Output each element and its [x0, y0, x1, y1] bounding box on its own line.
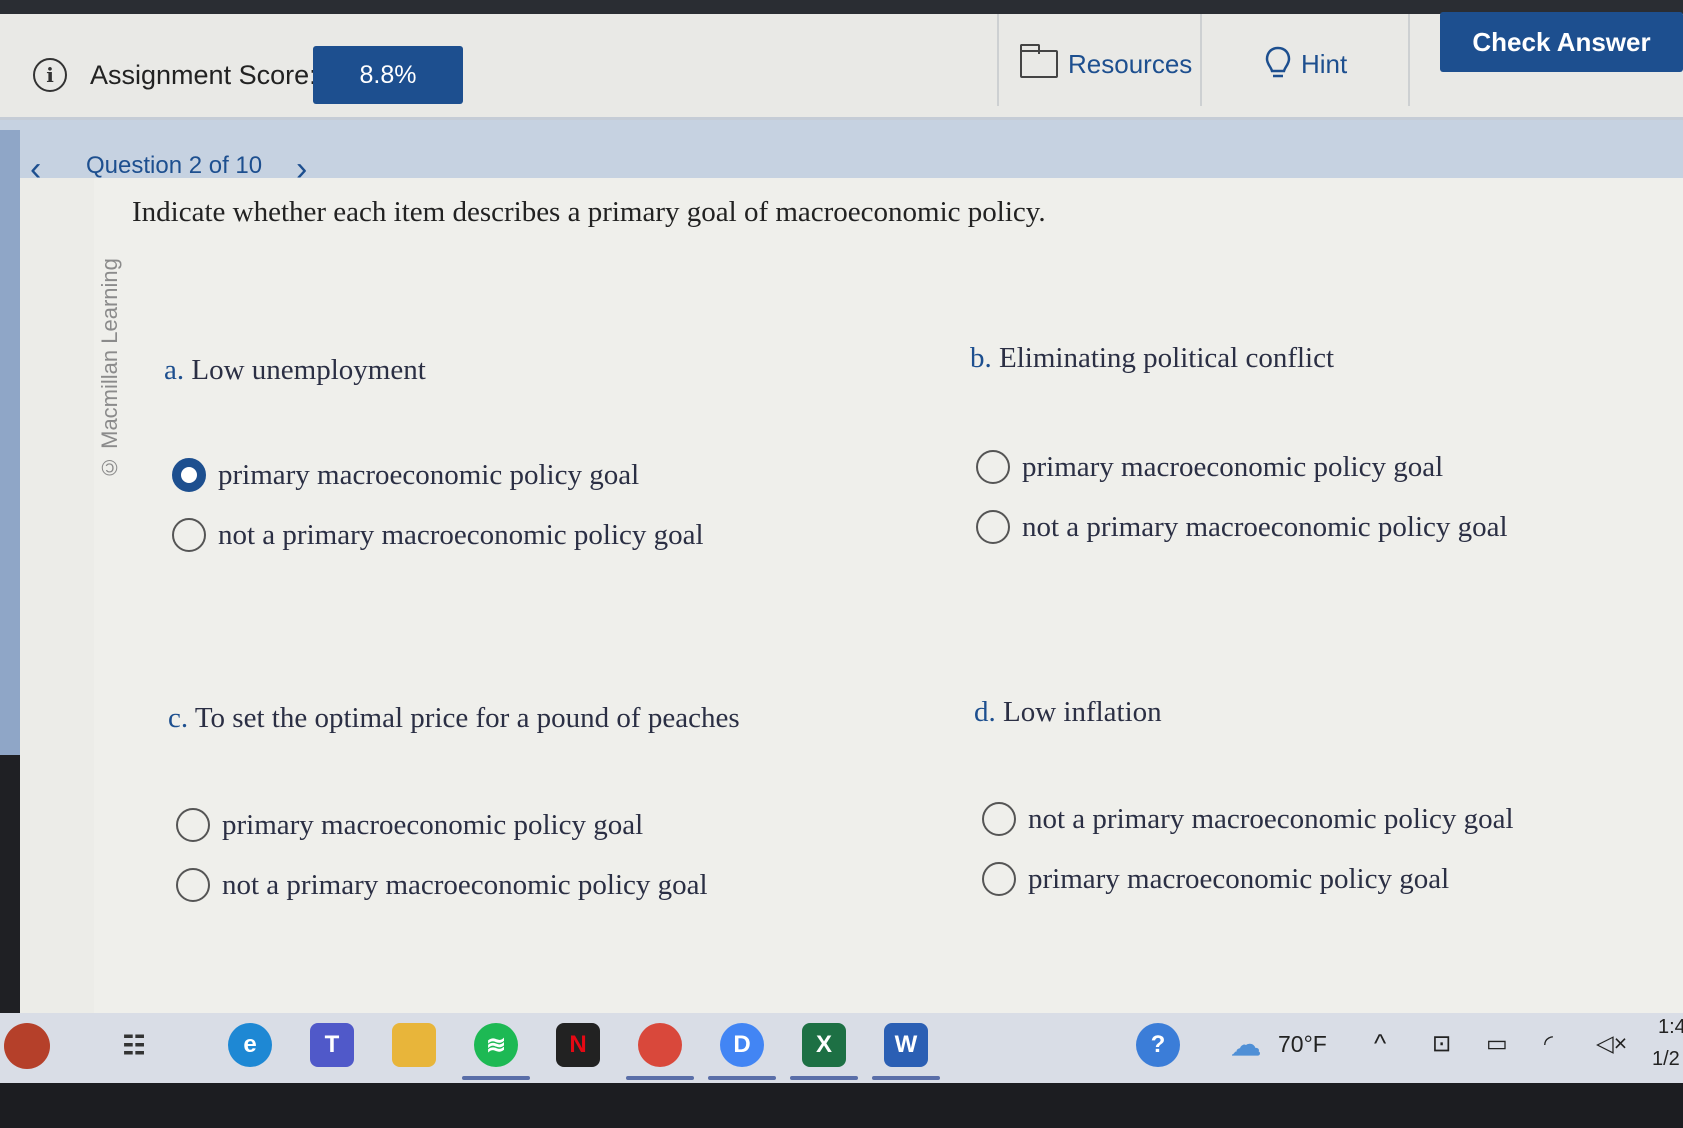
- item-d-label: d. Low inflation: [974, 696, 1162, 729]
- item-c-option-not-primary[interactable]: not a primary macroeconomic policy goal: [176, 868, 708, 902]
- excel-icon[interactable]: X: [802, 1023, 846, 1067]
- header-divider: [1408, 14, 1410, 106]
- item-c-letter: c.: [168, 702, 189, 734]
- clock-date[interactable]: 1/2: [1652, 1048, 1680, 1071]
- taskbar-active-indicator: [872, 1076, 940, 1080]
- item-c-label: c. To set the optimal price for a pound …: [168, 702, 740, 735]
- taskbar-active-indicator: [462, 1076, 530, 1080]
- option-label: primary macroeconomic policy goal: [218, 458, 640, 491]
- item-a-option-not-primary[interactable]: not a primary macroeconomic policy goal: [172, 518, 704, 552]
- help-icon[interactable]: ?: [1136, 1023, 1180, 1067]
- hint-button[interactable]: Hint: [1265, 40, 1347, 88]
- item-c-option-primary[interactable]: primary macroeconomic policy goal: [176, 808, 643, 842]
- assignment-score-value: 8.8%: [313, 46, 463, 104]
- word-icon[interactable]: W: [884, 1023, 928, 1067]
- option-label: not a primary macroeconomic policy goal: [222, 868, 708, 901]
- taskbar-active-indicator: [708, 1076, 776, 1080]
- resources-button[interactable]: Resources: [1020, 40, 1192, 88]
- option-label: primary macroeconomic policy goal: [1022, 450, 1444, 483]
- resources-label: Resources: [1068, 48, 1193, 79]
- radio-button[interactable]: [176, 868, 210, 902]
- monitor-bezel: [0, 1083, 1683, 1128]
- check-answer-button[interactable]: Check Answer: [1440, 12, 1683, 72]
- item-a-label: a. Low unemployment: [164, 354, 426, 387]
- cloud-icon: ☁: [1231, 1028, 1261, 1062]
- meet-now-icon[interactable]: ⊡: [1432, 1030, 1451, 1057]
- header-divider: [1200, 14, 1202, 106]
- folder-icon: [1020, 44, 1058, 78]
- lightbulb-icon: [1265, 46, 1291, 78]
- battery-icon[interactable]: ▭: [1486, 1030, 1508, 1057]
- item-a-letter: a.: [164, 354, 185, 386]
- option-label: not a primary macroeconomic policy goal: [1022, 510, 1508, 543]
- hint-label: Hint: [1301, 48, 1348, 79]
- item-d-letter: d.: [974, 696, 996, 728]
- item-a-text: Low unemployment: [191, 354, 426, 386]
- taskbar-active-indicator: [790, 1076, 858, 1080]
- item-d-option-primary[interactable]: primary macroeconomic policy goal: [982, 862, 1449, 896]
- radio-button[interactable]: [176, 808, 210, 842]
- radio-button-selected[interactable]: [172, 458, 206, 492]
- item-d-text: Low inflation: [1003, 696, 1162, 728]
- start-avatar-icon[interactable]: [4, 1023, 50, 1069]
- radio-button[interactable]: [982, 862, 1016, 896]
- header-divider: [997, 14, 999, 106]
- radio-button[interactable]: [976, 450, 1010, 484]
- spotify-icon[interactable]: ≋: [474, 1023, 518, 1067]
- clock-time[interactable]: 1:4: [1658, 1016, 1683, 1039]
- chrome-icon[interactable]: D: [720, 1023, 764, 1067]
- macmillan-watermark: © Macmillan Learning: [97, 258, 122, 480]
- item-b-option-not-primary[interactable]: not a primary macroeconomic policy goal: [976, 510, 1508, 544]
- chevron-up-icon[interactable]: ^: [1374, 1028, 1386, 1059]
- teams-icon[interactable]: T: [310, 1023, 354, 1067]
- option-label: not a primary macroeconomic policy goal: [1028, 802, 1514, 835]
- option-label: primary macroeconomic policy goal: [222, 808, 644, 841]
- item-b-option-primary[interactable]: primary macroeconomic policy goal: [976, 450, 1443, 484]
- item-a-option-primary[interactable]: primary macroeconomic policy goal: [172, 458, 639, 492]
- wifi-icon[interactable]: ◜: [1544, 1030, 1553, 1057]
- item-d-option-not-primary[interactable]: not a primary macroeconomic policy goal: [982, 802, 1514, 836]
- speaker-muted-icon[interactable]: ◁×: [1596, 1030, 1627, 1057]
- left-gutter: [20, 178, 94, 1013]
- side-accent-bar: [0, 130, 20, 755]
- question-counter[interactable]: Question 2 of 10: [86, 152, 262, 180]
- radio-button[interactable]: [976, 510, 1010, 544]
- item-b-letter: b.: [970, 342, 992, 374]
- item-b-label: b. Eliminating political conflict: [970, 342, 1334, 375]
- radio-button[interactable]: [172, 518, 206, 552]
- option-label: not a primary macroeconomic policy goal: [218, 518, 704, 551]
- weather-temperature[interactable]: 70°F: [1278, 1031, 1327, 1058]
- assignment-score-label: Assignment Score:: [90, 60, 317, 90]
- item-b-text: Eliminating political conflict: [999, 342, 1335, 374]
- item-c-text: To set the optimal price for a pound of …: [194, 702, 740, 734]
- chrome-profile-icon[interactable]: [638, 1023, 682, 1067]
- taskbar-active-indicator: [626, 1076, 694, 1080]
- option-label: primary macroeconomic policy goal: [1028, 862, 1450, 895]
- widgets-icon[interactable]: ☷: [112, 1023, 156, 1067]
- edge-icon[interactable]: e: [228, 1023, 272, 1067]
- netflix-icon[interactable]: N: [556, 1023, 600, 1067]
- info-icon[interactable]: i: [33, 58, 67, 92]
- question-prompt: Indicate whether each item describes a p…: [132, 196, 1046, 228]
- file-explorer-icon[interactable]: [392, 1023, 436, 1067]
- radio-button[interactable]: [982, 802, 1016, 836]
